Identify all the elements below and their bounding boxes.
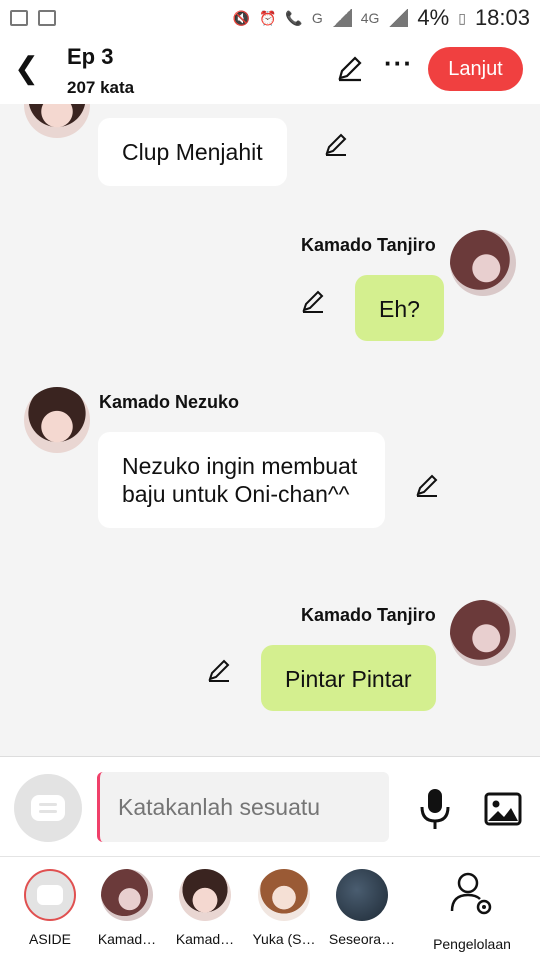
character-label: Pengelolaan	[433, 936, 511, 952]
character-kamado-nezuko[interactable]: Kamad…	[165, 869, 245, 947]
character-label: Kamad…	[97, 931, 157, 947]
character-label: Seseora…	[328, 931, 396, 947]
avatar-yuka	[258, 869, 310, 921]
back-arrow-icon[interactable]: ❮	[14, 54, 39, 84]
episode-title: Ep 3	[67, 44, 114, 69]
edit-pencil-icon[interactable]	[206, 657, 232, 683]
character-label: ASIDE	[28, 931, 71, 947]
character-label: Yuka (S…	[252, 931, 316, 947]
status-bar: 🔇 ⏰ 📞 G 4G 4% ▯ 18:03	[0, 0, 540, 36]
message-bubble[interactable]: Eh?	[355, 275, 444, 341]
microphone-icon[interactable]	[418, 787, 452, 831]
avatar-nezuko[interactable]	[24, 104, 90, 138]
avatar-nezuko	[179, 869, 231, 921]
character-aside[interactable]: ASIDE	[10, 869, 90, 947]
list-notification-icon	[38, 10, 56, 26]
speaker-name: Kamado Nezuko	[99, 392, 240, 412]
manage-user-gear-icon	[450, 872, 492, 915]
network-g-label: G	[311, 10, 323, 26]
avatar-nezuko[interactable]	[24, 387, 90, 453]
message-bubble[interactable]: Nezuko ingin membuat baju untuk Oni-chan…	[98, 432, 385, 528]
character-label: Kamad…	[175, 931, 235, 947]
message-input[interactable]	[97, 772, 389, 842]
episode-header: ❮ Ep 3 207 kata ··· Lanjut	[0, 36, 540, 104]
image-icon[interactable]	[484, 791, 522, 827]
clock: 18:03	[474, 5, 530, 30]
avatar-tanjiro[interactable]	[450, 600, 516, 666]
avatar-tanjiro	[101, 869, 153, 921]
edit-pencil-icon[interactable]	[336, 54, 364, 82]
more-options-icon[interactable]: ···	[384, 48, 413, 79]
chat-area[interactable]: Clup Menjahit Kamado Tanjiro Eh? Kamado …	[0, 104, 540, 756]
call-icon: 📞	[285, 9, 303, 26]
signal-icon-2	[388, 9, 409, 27]
battery-icon: ▯	[458, 9, 466, 26]
battery-percent: 4%	[417, 5, 450, 30]
edit-pencil-icon[interactable]	[300, 288, 326, 314]
speaker-name: Kamado Tanjiro	[301, 235, 436, 255]
message-composer	[0, 756, 540, 856]
edit-pencil-icon[interactable]	[323, 131, 349, 157]
signal-icon	[331, 9, 352, 27]
message-bubble[interactable]: Pintar Pintar	[261, 645, 436, 711]
alarm-icon: ⏰	[258, 9, 277, 26]
message-notification-icon	[10, 10, 28, 26]
word-count: 207 kata	[67, 78, 135, 97]
avatar-tanjiro[interactable]	[450, 230, 516, 296]
message-bubble[interactable]: Clup Menjahit	[98, 118, 287, 186]
character-kamado-tanjiro[interactable]: Kamad…	[87, 869, 167, 947]
character-seseorang[interactable]: Seseora…	[322, 869, 402, 947]
character-bar: ASIDE Kamad… Kamad… Yuka (S… Seseora… Pe…	[0, 856, 540, 960]
aside-icon	[31, 795, 65, 821]
network-4g-label: 4G	[360, 10, 380, 26]
manage-characters-button[interactable]: Pengelolaan	[420, 869, 524, 952]
avatar-seseorang	[336, 869, 388, 921]
next-button[interactable]: Lanjut	[428, 47, 523, 91]
speaker-name: Kamado Tanjiro	[301, 605, 436, 625]
edit-pencil-icon[interactable]	[414, 472, 440, 498]
mute-icon: 🔇	[232, 9, 250, 26]
aside-toggle-button[interactable]	[14, 774, 82, 842]
aside-icon	[24, 869, 76, 921]
character-yuka[interactable]: Yuka (S…	[244, 869, 324, 947]
